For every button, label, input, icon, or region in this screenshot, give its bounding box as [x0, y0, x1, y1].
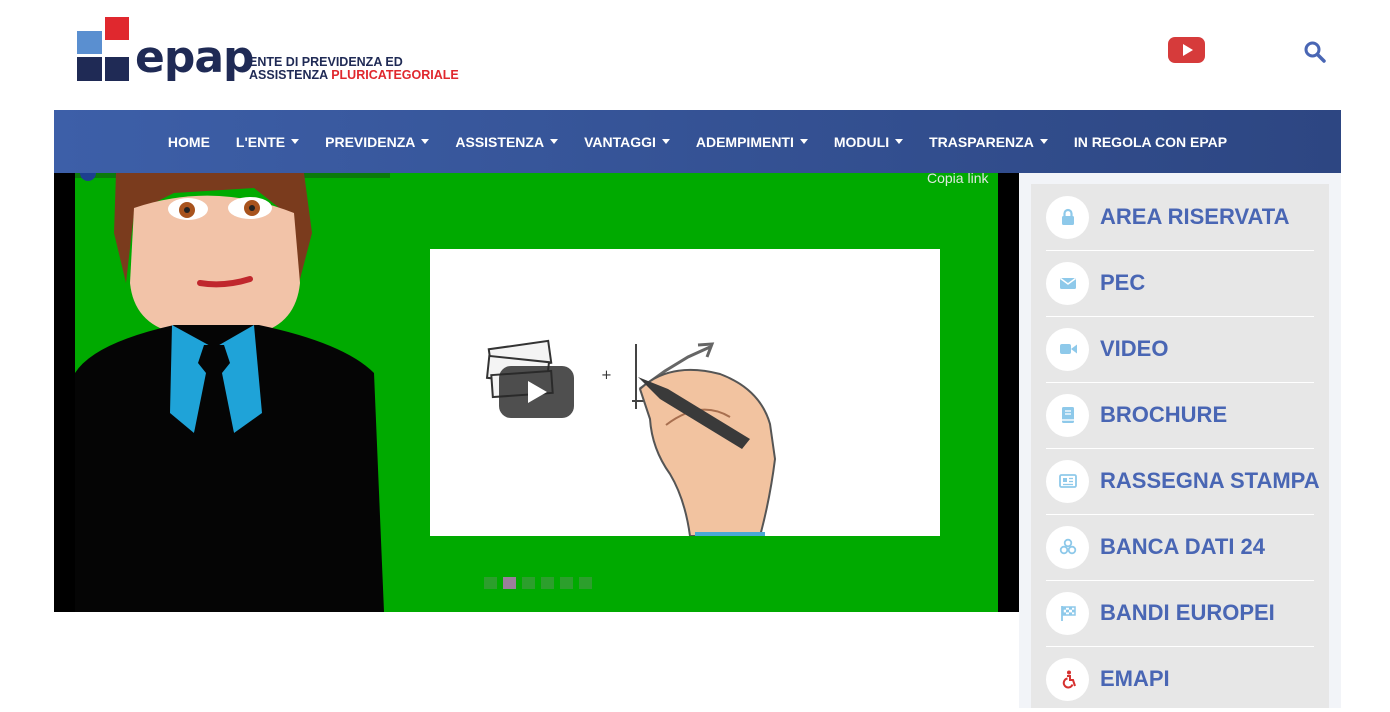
- play-icon: [527, 381, 547, 403]
- sidebar-icon-badge: [1046, 393, 1089, 437]
- flag-checkered-icon: [1060, 606, 1076, 621]
- sidebar-item-label: PEC: [1100, 270, 1146, 295]
- sidebar-item-label: AREA RISERVATA: [1100, 204, 1290, 229]
- quick-links-sidebar: AREA RISERVATA PEC VIDEO BROCHURE RASSEGNA S…: [1019, 173, 1341, 708]
- sidebar-item-emapi[interactable]: EMAPI: [1046, 646, 1314, 712]
- nav-item-adempimenti[interactable]: ADEMPIMENTI: [683, 134, 821, 150]
- nav-item-label: L'ENTE: [235, 133, 286, 150]
- logo-square-navy: [77, 57, 102, 81]
- carousel-dot[interactable]: [560, 577, 573, 589]
- database-icon: [1059, 538, 1076, 555]
- nav-item-previdenza[interactable]: PREVIDENZA: [312, 134, 442, 150]
- sidebar-item-label: BANCA DATI 24: [1100, 534, 1266, 559]
- caret-down-icon: [1039, 139, 1048, 144]
- caret-down-icon: [799, 139, 808, 144]
- sidebar-icon-badge: [1046, 195, 1089, 239]
- video-player[interactable]: Copia link +: [54, 173, 1019, 612]
- sidebar-item-label: RASSEGNA STAMPA: [1100, 468, 1320, 493]
- main-navigation: HOME L'ENTE PREVIDENZA ASSISTENZA VANTAGGI AD…: [54, 110, 1341, 173]
- nav-item-assistenza[interactable]: ASSISTENZA: [442, 134, 571, 150]
- sidebar-icon-badge: [1046, 327, 1089, 371]
- caret-down-icon: [661, 139, 670, 144]
- nav-item-l-ente[interactable]: L'ENTE: [223, 134, 312, 150]
- logo-tagline: ENTE DI PREVIDENZA ED ASSISTENZA PLURICA…: [249, 56, 459, 82]
- tagline-line2-b: PLURICATEGORIALE: [331, 68, 459, 82]
- carousel-dot[interactable]: [484, 577, 497, 589]
- carousel-dots: [484, 577, 592, 589]
- nav-item-home[interactable]: HOME: [155, 134, 223, 150]
- tagline-line2-a: ASSISTENZA: [249, 68, 328, 82]
- sidebar-item-area-riservata[interactable]: AREA RISERVATA: [1046, 184, 1314, 250]
- nav-item-label: IN REGOLA CON EPAP: [1073, 133, 1228, 150]
- carousel-dot[interactable]: [541, 577, 554, 589]
- nav-item-label: PREVIDENZA: [325, 133, 416, 150]
- nav-item-label: MODULI: [833, 133, 890, 150]
- newspaper-icon: [1058, 474, 1077, 488]
- nav-item-vantaggi[interactable]: VANTAGGI: [571, 134, 683, 150]
- sidebar-icon-badge: [1046, 657, 1089, 701]
- sidebar-item-label: EMAPI: [1100, 666, 1170, 691]
- sidebar-item-label: VIDEO: [1100, 336, 1169, 361]
- nav-item-label: ASSISTENZA: [455, 133, 545, 150]
- carousel-dot[interactable]: [503, 577, 516, 589]
- sidebar-item-rassegna-stampa[interactable]: RASSEGNA STAMPA: [1046, 448, 1320, 514]
- caret-down-icon: [421, 139, 430, 144]
- site-header: epap ENTE DI PREVIDENZA ED ASSISTENZA PL…: [0, 0, 1390, 110]
- nav-list: HOME L'ENTE PREVIDENZA ASSISTENZA VANTAGGI AD…: [54, 110, 1341, 173]
- logo-square-navy-2: [105, 57, 129, 81]
- video-camera-icon: [1059, 344, 1077, 354]
- video-letterbox-right: [998, 173, 1019, 612]
- caret-down-icon: [550, 139, 559, 144]
- epap-logo[interactable]: epap ENTE DI PREVIDENZA ED ASSISTENZA PL…: [77, 17, 477, 87]
- accessibility-icon: [1062, 670, 1076, 689]
- nav-item-label: ADEMPIMENTI: [695, 133, 794, 150]
- sidebar-item-banca-dati-24[interactable]: BANCA DATI 24: [1046, 514, 1314, 580]
- caret-down-icon: [291, 139, 300, 144]
- book-icon: [1061, 407, 1074, 423]
- logo-square-red: [105, 17, 129, 40]
- sidebar-icon-badge: [1046, 459, 1089, 503]
- sidebar-icon-badge: [1046, 591, 1089, 635]
- sidebar-item-pec[interactable]: PEC: [1046, 250, 1314, 316]
- lock-icon: [1061, 208, 1074, 225]
- tagline-line2: ASSISTENZA PLURICATEGORIALE: [249, 69, 459, 82]
- sidebar-item-label: BROCHURE: [1100, 402, 1228, 427]
- caret-down-icon: [895, 139, 904, 144]
- carousel-dot[interactable]: [579, 577, 592, 589]
- logo-square-lightblue: [77, 31, 102, 54]
- youtube-button[interactable]: [1168, 37, 1205, 63]
- nav-item-trasparenza[interactable]: TRASPARENZA: [916, 134, 1061, 150]
- copy-link-button[interactable]: Copia link: [927, 173, 988, 186]
- video-letterbox-left: [54, 173, 75, 612]
- quick-links-panel: AREA RISERVATA PEC VIDEO BROCHURE RASSEGNA S…: [1031, 184, 1329, 708]
- nav-item-label: TRASPARENZA: [929, 133, 1034, 150]
- youtube-icon: [1182, 44, 1193, 56]
- nav-item-moduli[interactable]: MODULI: [821, 134, 916, 150]
- sidebar-item-bandi-europei[interactable]: BANDI EUROPEI: [1046, 580, 1314, 646]
- nav-item-label: HOME: [167, 133, 210, 150]
- carousel-dot[interactable]: [522, 577, 535, 589]
- sidebar-item-brochure[interactable]: BROCHURE: [1046, 382, 1314, 448]
- search-icon: [1304, 41, 1326, 63]
- envelope-icon: [1059, 277, 1076, 289]
- nav-item-in-regola-con-epap[interactable]: IN REGOLA CON EPAP: [1061, 134, 1240, 150]
- sidebar-icon-badge: [1046, 261, 1089, 305]
- logo-wordmark: epap: [135, 32, 255, 83]
- sidebar-item-label: BANDI EUROPEI: [1100, 600, 1275, 625]
- video-play-button[interactable]: [499, 366, 574, 418]
- search-button[interactable]: [1303, 40, 1327, 64]
- nav-item-label: VANTAGGI: [584, 133, 656, 150]
- sidebar-item-video[interactable]: VIDEO: [1046, 316, 1314, 382]
- sidebar-icon-badge: [1046, 525, 1089, 569]
- svg-text:+: +: [601, 368, 612, 383]
